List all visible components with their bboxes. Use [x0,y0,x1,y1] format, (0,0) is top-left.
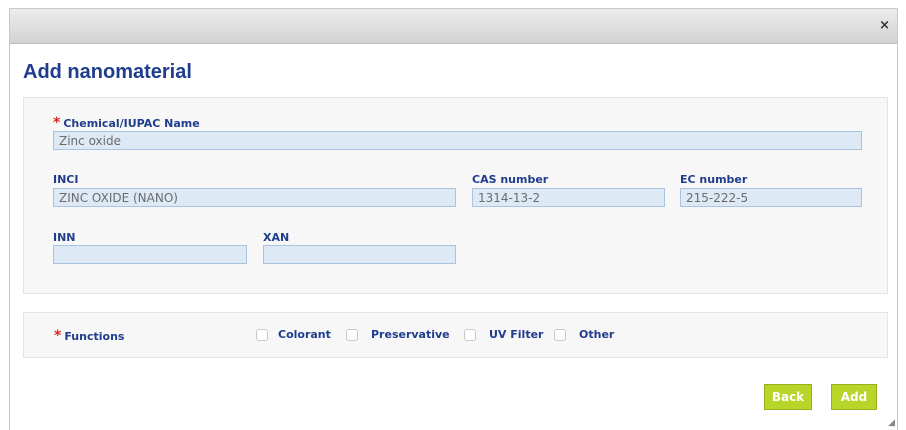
inci-input[interactable] [53,188,456,207]
close-icon[interactable]: × [879,18,890,34]
preservative-checkbox[interactable] [346,329,358,341]
xan-input[interactable] [263,245,456,264]
inn-input[interactable] [53,245,247,264]
chemical-name-input[interactable] [53,131,862,150]
add-nanomaterial-dialog: × Add nanomaterial * Chemical/IUPAC Name … [9,8,898,430]
cas-number-input[interactable] [472,188,665,207]
colorant-checkbox[interactable] [256,329,268,341]
dialog-titlebar[interactable]: × [10,9,897,44]
other-label[interactable]: Other [579,328,614,341]
inn-label: INN [53,231,76,244]
cas-number-label: CAS number [472,173,549,186]
uv-filter-checkbox[interactable] [464,329,476,341]
ec-number-input[interactable] [680,188,862,207]
identification-panel: *Chemical/IUPAC Name INCI CAS number EC … [23,97,888,294]
required-marker: * [53,115,61,131]
other-checkbox[interactable] [554,329,566,341]
add-button[interactable]: Add [831,384,877,410]
colorant-label[interactable]: Colorant [278,328,331,341]
preservative-label[interactable]: Preservative [371,328,450,341]
functions-label: * Functions [54,328,125,344]
uv-filter-label[interactable]: UV Filter [489,328,543,341]
xan-label: XAN [263,231,290,244]
ec-number-label: EC number [680,173,748,186]
chemical-name-label: * Chemical/IUPAC Name [53,115,200,131]
inci-label: INCI [53,173,79,186]
required-marker: * [54,328,62,344]
back-button[interactable]: Back [764,384,812,410]
dialog-title: Add nanomaterial [23,61,192,83]
functions-panel: * Functions Colorant Preservative UV Filt… [23,312,888,358]
resize-handle-icon[interactable]: ◢ [888,418,895,428]
